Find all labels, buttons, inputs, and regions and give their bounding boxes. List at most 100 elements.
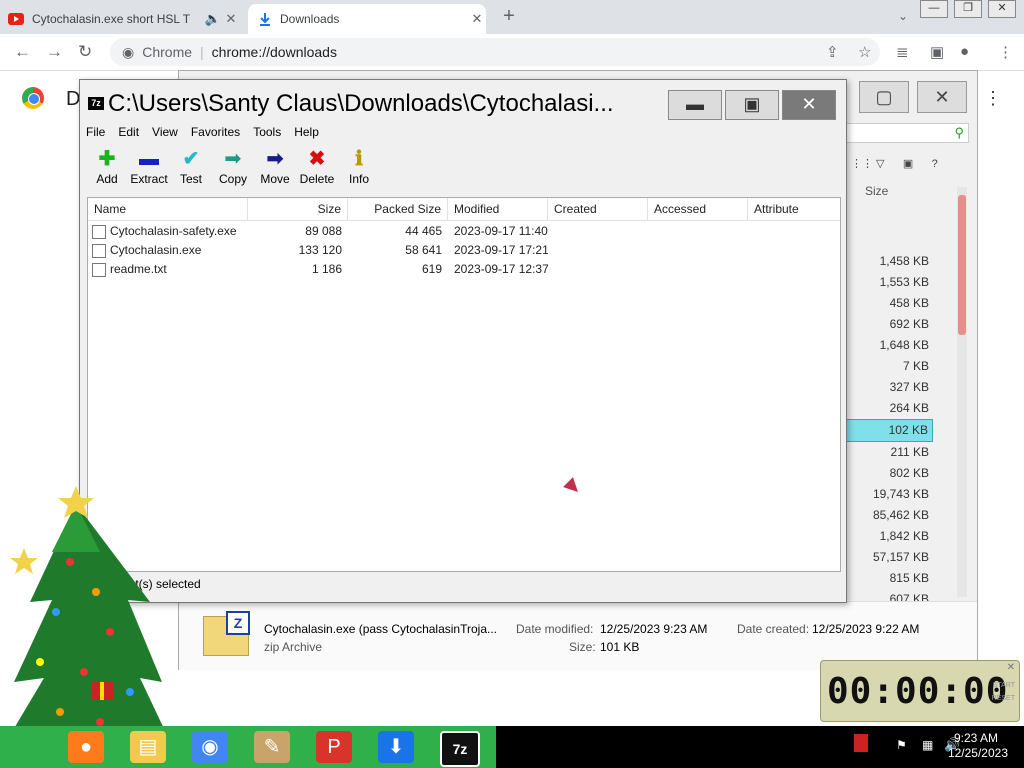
back-icon[interactable]: ←	[14, 42, 31, 62]
size-cell[interactable]: 1,553 KB	[845, 272, 933, 293]
test-button[interactable]: ✔ Test	[170, 146, 212, 192]
clock-time[interactable]: 9:23 AM	[954, 731, 998, 745]
check-icon: ✔	[182, 148, 200, 170]
side-panel-icon[interactable]: ▣	[930, 43, 944, 61]
search-input[interactable]: ⚲	[839, 123, 969, 143]
size-cell[interactable]: 102 KB	[845, 419, 933, 442]
file-list[interactable]: Name Size Packed Size Modified Created Access…	[87, 197, 841, 572]
column-header-name[interactable]: Name	[88, 198, 248, 220]
extract-button[interactable]: ▬ Extract	[128, 146, 170, 192]
size-cell[interactable]: 264 KB	[845, 398, 933, 419]
restore-icon[interactable]: ❐	[954, 0, 982, 18]
media-icon[interactable]: P	[316, 731, 352, 763]
tab-close-icon[interactable]: ✕	[222, 11, 240, 27]
chevron-down-icon[interactable]: ⌄	[898, 9, 908, 23]
speaker-icon[interactable]: 🔈	[204, 11, 222, 27]
table-row[interactable]: Cytochalasin-safety.exe 89 088 44 465 2023-…	[88, 222, 548, 241]
size-cell[interactable]: 19,743 KB	[845, 484, 933, 505]
minus-icon: ▬	[139, 148, 159, 170]
sevenzip-icon: 7z	[88, 97, 104, 110]
column-header-attribute[interactable]: Attribute	[748, 198, 840, 220]
share-icon[interactable]: ⇪	[826, 43, 839, 61]
menu-file[interactable]: File	[86, 125, 105, 143]
more-menu-icon[interactable]: ⋮	[984, 88, 1002, 109]
add-button[interactable]: ✚ Add	[86, 146, 128, 192]
tab-close-icon[interactable]: ✕	[468, 11, 486, 27]
menu-tools[interactable]: Tools	[253, 125, 281, 143]
toolbar-label: Move	[260, 172, 290, 186]
size-cell[interactable]: 327 KB	[845, 377, 933, 398]
close-button[interactable]: ✕	[782, 90, 836, 120]
chrome-icon[interactable]: ◉	[192, 731, 228, 763]
stopwatch-widget: 00:00:00 ✕ START RESET	[820, 660, 1020, 722]
info-button[interactable]: ℹ Info	[338, 146, 380, 192]
profile-icon[interactable]: ●	[960, 43, 969, 60]
copy-button[interactable]: ➟ Copy	[212, 146, 254, 192]
date-modified-value: 12/25/2023 9:23 AM	[600, 622, 708, 636]
column-header-size[interactable]: Size	[248, 198, 348, 220]
view-options[interactable]: ⋮⋮ ▽ ▣ ?	[851, 157, 938, 170]
paint-icon[interactable]: ✎	[254, 731, 290, 763]
download-app-icon[interactable]: ⬇	[378, 731, 414, 763]
column-header-created[interactable]: Created	[548, 198, 648, 220]
menu-icon[interactable]: ⋮	[998, 43, 1013, 61]
network-warning-icon[interactable]: ⚑	[896, 738, 907, 752]
site-chip: Chrome	[142, 44, 193, 60]
address-bar[interactable]: ◉ Chrome | chrome://downloads	[110, 38, 880, 66]
7zip-icon[interactable]: 7z	[440, 731, 480, 767]
timer-start-button[interactable]: START	[992, 679, 1015, 692]
new-tab-button[interactable]: +	[498, 6, 520, 28]
close-icon[interactable]: ✕	[1007, 662, 1015, 673]
clock-date[interactable]: 12/25/2023	[948, 746, 1008, 760]
size-cell[interactable]: 815 KB	[845, 568, 933, 589]
size-cell[interactable]: 1,842 KB	[845, 526, 933, 547]
tray-app-icon[interactable]	[854, 734, 868, 752]
size-cell[interactable]: 7 KB	[845, 356, 933, 377]
size-cell[interactable]: 1,648 KB	[845, 335, 933, 356]
toolbar-label: Copy	[218, 172, 247, 186]
table-row[interactable]: Cytochalasin.exe 133 120 58 641 2023-09-17 …	[88, 241, 548, 260]
delete-button[interactable]: ✖ Delete	[296, 146, 338, 192]
maximize-button[interactable]: ▣	[725, 90, 779, 120]
reload-icon[interactable]: ↻	[78, 42, 92, 62]
table-row[interactable]: readme.txt 1 186 619 2023-09-17 12:37	[88, 260, 548, 279]
close-icon[interactable]: ✕	[988, 0, 1016, 18]
minimize-button[interactable]: ▬	[668, 90, 722, 120]
size-value: 101 KB	[600, 640, 640, 654]
size-column-header[interactable]: Size	[865, 184, 888, 198]
close-icon[interactable]: ✕	[917, 81, 967, 113]
menu-favorites[interactable]: Favorites	[191, 125, 240, 143]
tab-youtube[interactable]: Cytochalasin.exe short HSL T 🔈 ✕	[8, 4, 240, 34]
details-type: zip Archive	[264, 640, 323, 654]
minimize-icon[interactable]: —	[920, 0, 948, 18]
firefox-icon[interactable]: ●	[68, 731, 104, 763]
menu-help[interactable]: Help	[294, 125, 319, 143]
bookmark-star-icon[interactable]: ☆	[858, 43, 871, 61]
file-explorer-icon[interactable]: ▤	[130, 731, 166, 763]
menu-edit[interactable]: Edit	[118, 125, 139, 143]
size-cell[interactable]: 57,157 KB	[845, 547, 933, 568]
size-cell[interactable]: 85,462 KB	[845, 505, 933, 526]
search-icon: ⚲	[954, 125, 964, 140]
column-header-packed-size[interactable]: Packed Size	[348, 198, 448, 220]
size-cell[interactable]: 802 KB	[845, 463, 933, 484]
media-queue-icon[interactable]: ≣	[896, 43, 909, 61]
tab-downloads[interactable]: Downloads ✕	[248, 4, 486, 34]
sevenzip-titlebar[interactable]: 7z C:\Users\Santy Claus\Downloads\Cytoch…	[80, 80, 846, 122]
size-cell[interactable]: 458 KB	[845, 293, 933, 314]
window-title: C:\Users\Santy Claus\Downloads\Cytochala…	[108, 90, 614, 117]
forward-icon[interactable]: →	[46, 42, 63, 62]
timer-reset-button[interactable]: RESET	[992, 692, 1015, 705]
menu-view[interactable]: View	[152, 125, 178, 143]
column-header-modified[interactable]: Modified	[448, 198, 548, 220]
move-button[interactable]: ➡ Move	[254, 146, 296, 192]
column-header-accessed[interactable]: Accessed	[648, 198, 748, 220]
size-cell[interactable]: 211 KB	[845, 442, 933, 463]
browser-toolbar: ← → ↻ ◉ Chrome | chrome://downloads ⇪ ☆ …	[0, 34, 1024, 71]
vertical-scrollbar[interactable]	[957, 187, 967, 597]
scrollbar-thumb[interactable]	[958, 195, 966, 335]
network-icon[interactable]: ▦	[922, 738, 933, 752]
maximize-icon[interactable]: ▢	[859, 81, 909, 113]
size-cell[interactable]: 1,458 KB	[845, 251, 933, 272]
size-cell[interactable]: 692 KB	[845, 314, 933, 335]
